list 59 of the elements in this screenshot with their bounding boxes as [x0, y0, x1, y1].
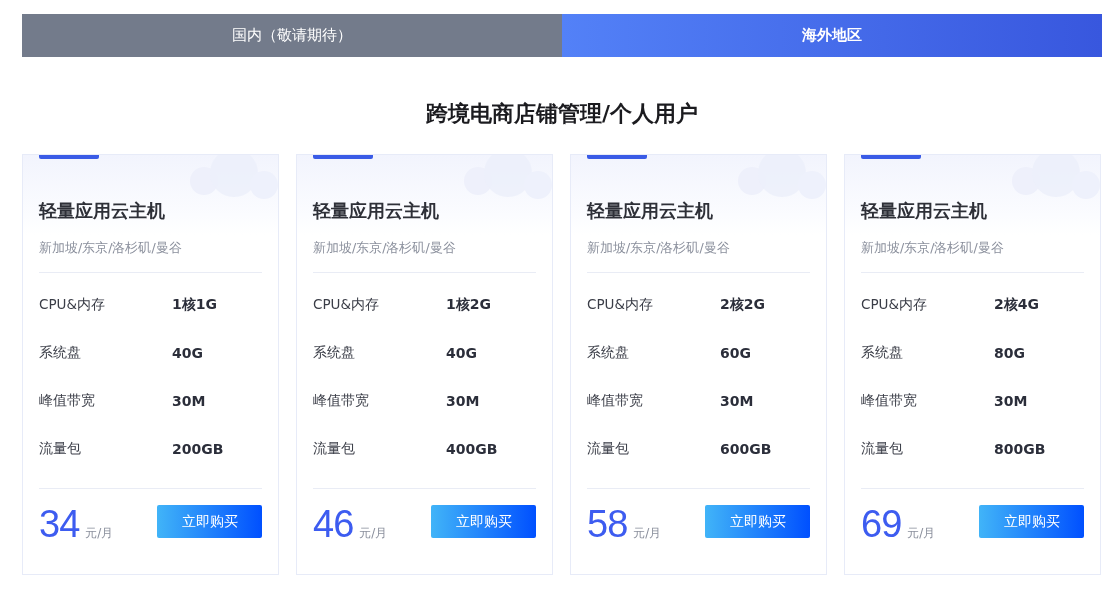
price-amount: 58	[587, 503, 628, 544]
spec-label: 流量包	[313, 440, 356, 458]
plan-regions: 新加坡/东京/洛杉矶/曼谷	[861, 239, 1004, 257]
spec-label: 系统盘	[39, 344, 82, 362]
spec-value: 80G	[994, 345, 1025, 361]
spec-value: 1核1G	[172, 296, 217, 314]
accent-bar	[39, 155, 99, 159]
spec-value: 2核4G	[994, 296, 1039, 314]
spec-label: 系统盘	[313, 344, 356, 362]
spec-label: CPU&内存	[587, 296, 654, 314]
spec-value: 1核2G	[446, 296, 491, 314]
section-heading: 跨境电商店铺管理/个人用户	[425, 100, 698, 128]
spec-label: 峰值带宽	[39, 392, 96, 410]
region-tab[interactable]: 海外地区	[562, 14, 1102, 57]
spec-value: 40G	[172, 345, 203, 361]
spec-label: CPU&内存	[313, 296, 380, 314]
spec-value: 30M	[446, 393, 480, 409]
price-unit: 元/月	[907, 524, 936, 542]
spec-label: 峰值带宽	[587, 392, 644, 410]
spec-value: 400GB	[446, 441, 498, 457]
spec-label: CPU&内存	[39, 296, 106, 314]
buy-button[interactable]: 立即购买	[157, 505, 262, 538]
spec-label: 系统盘	[861, 344, 904, 362]
spec-value: 60G	[720, 345, 751, 361]
spec-label: 流量包	[861, 440, 904, 458]
buy-button[interactable]: 立即购买	[705, 505, 810, 538]
price-amount: 46	[313, 503, 354, 544]
plan-regions: 新加坡/东京/洛杉矶/曼谷	[587, 239, 730, 257]
plan-regions: 新加坡/东京/洛杉矶/曼谷	[313, 239, 456, 257]
price-amount: 34	[39, 503, 80, 544]
price-unit: 元/月	[85, 524, 114, 542]
spec-value: 30M	[994, 393, 1028, 409]
price-amount: 69	[861, 503, 902, 544]
spec-label: 峰值带宽	[861, 392, 918, 410]
spec-value: 30M	[720, 393, 754, 409]
spec-value: 40G	[446, 345, 477, 361]
plan-title: 轻量应用云主机	[39, 199, 165, 223]
plan-title: 轻量应用云主机	[587, 199, 713, 223]
spec-value: 200GB	[172, 441, 224, 457]
spec-label: 系统盘	[587, 344, 630, 362]
plan-title: 轻量应用云主机	[861, 199, 987, 223]
buy-button[interactable]: 立即购买	[431, 505, 536, 538]
price-unit: 元/月	[359, 524, 388, 542]
spec-value: 600GB	[720, 441, 772, 457]
region-tab[interactable]: 国内（敬请期待）	[22, 14, 562, 57]
plan-title: 轻量应用云主机	[313, 199, 439, 223]
accent-bar	[861, 155, 921, 159]
price-unit: 元/月	[633, 524, 662, 542]
accent-bar	[313, 155, 373, 159]
spec-label: 流量包	[39, 440, 82, 458]
spec-label: 流量包	[587, 440, 630, 458]
accent-bar	[587, 155, 647, 159]
spec-label: CPU&内存	[861, 296, 928, 314]
plan-regions: 新加坡/东京/洛杉矶/曼谷	[39, 239, 182, 257]
spec-label: 峰值带宽	[313, 392, 370, 410]
spec-value: 30M	[172, 393, 206, 409]
buy-button[interactable]: 立即购买	[979, 505, 1084, 538]
spec-value: 2核2G	[720, 296, 765, 314]
spec-value: 800GB	[994, 441, 1046, 457]
